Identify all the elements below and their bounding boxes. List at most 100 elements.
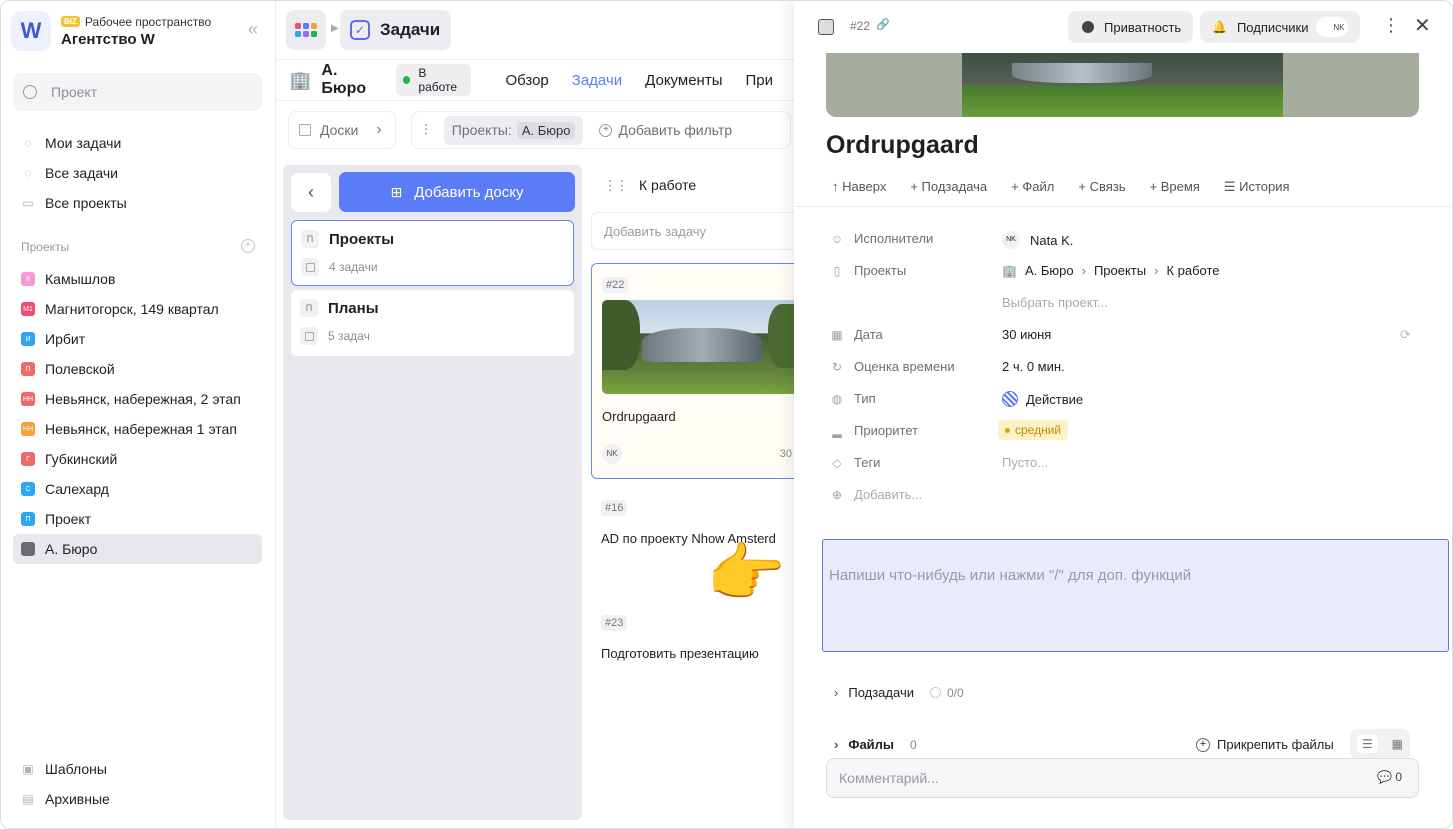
circle-check-icon: ◌ [24,166,32,180]
task-card[interactable]: #23 Подготовить презентацию [591,602,801,709]
nav-all-tasks[interactable]: ◌ Все задачи [13,158,262,188]
estimate-label: ↻ Оценка времени [831,359,955,374]
nav-templates[interactable]: ▣ Шаблоны [13,754,262,784]
project-label: Камышлов [45,271,116,287]
task-card[interactable]: #22 Ordrupgaard NK 30 [591,263,802,479]
files-label: Файлы [848,737,895,752]
grid-view-icon[interactable]: ▦ [1392,737,1403,751]
filter-sliders-icon[interactable]: ⫶ [424,122,428,139]
add-task-button[interactable]: Добавить задачу [591,212,801,250]
column-header[interactable]: ⋮⋮ К работе [591,165,801,205]
project-label: Проект [45,511,92,527]
list-view-icon[interactable]: ☰ [1356,735,1378,753]
estimate-value[interactable]: 2 ч. 0 мин. [1002,359,1065,374]
project-header: 🏢 А. Бюро В работе Обзор Задачи Документ… [276,59,796,101]
breadcrumb-arrow-icon: ▶ [331,23,339,34]
assignee-name: Nata K. [1030,232,1074,248]
sidebar-toggle-icon[interactable] [818,19,834,35]
action-time[interactable]: + Время [1149,179,1211,195]
tab-tasks[interactable]: Задачи [572,72,622,89]
nav-label: Шаблоны [45,761,107,777]
tags-value[interactable]: Пусто... [1002,455,1048,470]
board-item[interactable]: П Проекты 4 задачи [291,220,574,286]
nav-all-projects[interactable]: ▭ Все проекты [13,188,262,218]
tags-label: ◇ Теги [830,455,880,470]
type-value[interactable]: Действие [1002,391,1083,407]
circle-check-icon: ◌ [24,136,32,150]
choose-project-button[interactable]: Выбрать проект... [1002,295,1108,310]
project-badge-icon: Г [21,452,35,466]
repeat-icon[interactable]: ⟳ [1400,327,1411,343]
tasks-module-button[interactable]: ✓ Задачи [340,10,451,50]
workspace-switcher[interactable]: W BIZ Рабочее пространство Агентство W « [11,11,266,51]
project-label: Салехард [45,481,109,497]
add-property-button[interactable]: ⊕ Добавить... [830,487,922,502]
project-path[interactable]: 🏢 А. Бюро › Проекты › К работе [1002,263,1220,278]
sidebar-project-item[interactable]: И Ирбит [13,324,262,354]
subtasks-count: 0/0 [946,685,964,700]
comment-input[interactable]: Комментарий... 💬 0 [826,758,1419,798]
tag-icon: ◇ [832,455,842,470]
board-add-icon: ⊞ [390,183,403,200]
files-toggle[interactable]: › Файлы 0 [834,737,917,752]
project-badge-icon: К [21,272,35,286]
chevron-right-icon: › [376,121,382,138]
description-editor[interactable]: Напиши что-нибудь или нажми "/" для доп.… [822,539,1449,652]
nav-label: Все проекты [45,195,127,211]
add-board-label: Добавить доску [414,183,524,201]
project-badge-icon: С [21,482,35,496]
nav-my-tasks[interactable]: ◌ Мои задачи [13,128,262,158]
more-vertical-icon[interactable]: ⋮ [1382,15,1400,36]
apps-button[interactable] [286,10,326,50]
add-filter-button[interactable]: + Добавить фильтр [599,122,732,138]
users-icon: ☺ [830,231,844,246]
task-title: Ordrupgaard [602,409,676,424]
date-value[interactable]: 30 июня [1002,327,1051,342]
apps-grid-icon [295,23,317,37]
priority-value[interactable]: средний [998,420,1069,440]
sidebar-project-item[interactable]: М1 Магнитогорск, 149 квартал [13,294,262,324]
assignee-value[interactable]: NK Nata K. [1002,231,1073,249]
sidebar-project-item[interactable]: НН Невьянск, набережная, 2 этап [13,384,262,414]
chevron-right-icon: › [834,737,839,752]
sidebar-project-item[interactable]: НН Невьянск, набережная 1 этап [13,414,262,444]
privacy-button[interactable]: Приватность [1068,11,1193,43]
action-up[interactable]: ↑ Наверх [832,179,898,195]
status-badge[interactable]: В работе [396,64,472,96]
collapse-sidebar-icon[interactable]: « [248,19,258,40]
sidebar-project-item[interactable]: К Камышлов [13,264,262,294]
subscribers-button[interactable]: 🔔 Подписчики NK [1200,11,1360,43]
back-button[interactable]: ‹ [291,173,331,212]
tab-documents[interactable]: Документы [645,72,722,89]
add-project-icon[interactable]: + [241,239,255,253]
nav-archive[interactable]: ▤ Архивные [13,784,262,814]
archive-icon: ▤ [22,792,34,806]
board-item[interactable]: П Планы 5 задач [291,290,574,356]
action-subtask[interactable]: + Подзадача [910,179,999,195]
sidebar-project-item[interactable]: П Проект [13,504,262,534]
boards-toggle[interactable]: Доски › [288,111,396,149]
action-history[interactable]: ☰ История [1224,179,1302,195]
close-icon[interactable]: ✕ [1414,13,1431,38]
subtasks-toggle[interactable]: › Подзадачи 0/0 [834,685,964,700]
subscribers-label: Подписчики [1236,19,1309,35]
tab-more[interactable]: При [745,72,773,89]
task-title[interactable]: Ordrupgaard [826,131,979,160]
add-board-button[interactable]: ⊞ Добавить доску [339,172,575,212]
action-file[interactable]: + Файл [1011,179,1066,195]
link-icon[interactable]: 🔗 [876,18,890,31]
divider [794,206,1452,207]
sidebar-project-item[interactable]: А. Бюро [13,534,262,564]
sidebar-project-item[interactable]: П Полевской [13,354,262,384]
tab-overview[interactable]: Обзор [505,72,548,89]
search-input[interactable]: Проект [13,73,262,111]
templates-icon: ▣ [22,762,34,776]
sidebar-project-item[interactable]: Г Губкинский [13,444,262,474]
action-link[interactable]: + Связь [1078,179,1137,195]
attach-files-button[interactable]: + Прикрепить файлы [1196,737,1334,752]
comments-counter[interactable]: 💬 0 [1377,770,1402,784]
drag-handle-icon[interactable]: ⋮⋮ [603,177,629,194]
projects-filter-chip[interactable]: Проекты: А. Бюро [443,115,584,145]
boards-panel: ‹ ⊞ Добавить доску П Проекты 4 задачи П … [283,165,582,820]
sidebar-project-item[interactable]: С Салехард [13,474,262,504]
